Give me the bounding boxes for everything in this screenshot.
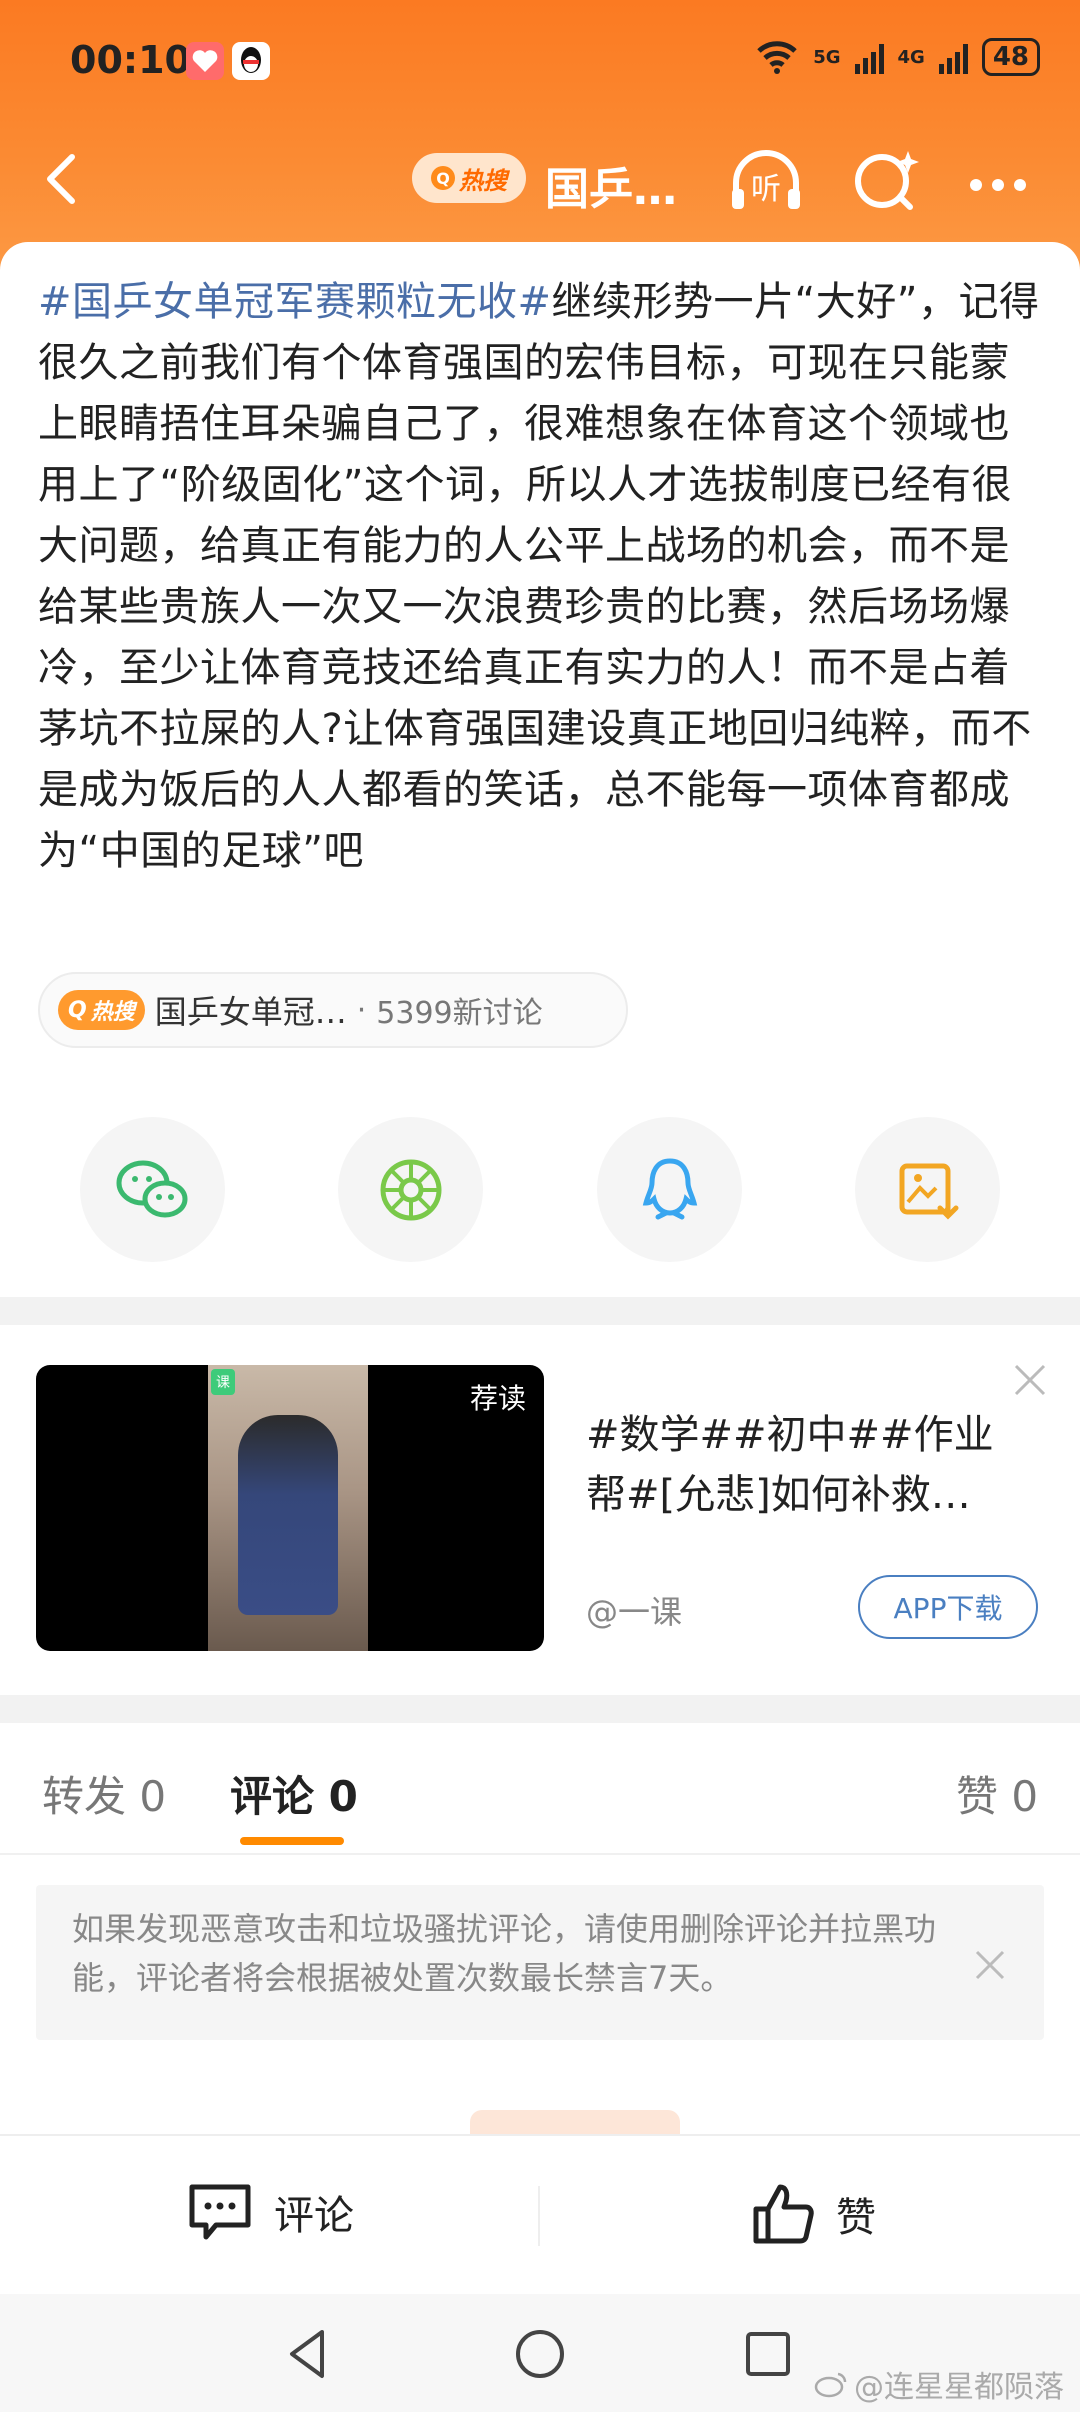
bottom-action-bar: 评论 赞 (0, 2134, 1080, 2294)
hot-search-badge-small: Q 热搜 (58, 990, 145, 1030)
share-qq-button[interactable] (597, 1117, 742, 1262)
close-icon[interactable] (972, 1947, 1008, 1983)
status-bar: 00:10 5G 4G 48 (0, 0, 1080, 120)
hot-search-label: 热搜 (459, 166, 507, 195)
post-card: #国乒女单冠军赛颗粒无收#继续形势一片“大好”，记得很久之前我们有个体育强国的宏… (0, 242, 1080, 1297)
battery-indicator: 48 (981, 38, 1040, 76)
topic-chip[interactable]: Q 热搜 国乒女单冠… · 5399新讨论 (38, 972, 628, 1048)
tab-like-count: 0 (1011, 1772, 1039, 1821)
qq-notification-icon (232, 42, 270, 80)
ad-title[interactable]: #数学##初中##作业帮#[允悲]如何补救… (586, 1405, 1026, 1525)
search-icon: Q (68, 997, 87, 1023)
thumbs-up-icon (753, 2184, 814, 2244)
status-time: 00:10 (70, 38, 191, 82)
hot-label: 热搜 (90, 1000, 135, 1025)
network-label-5g: 5G (813, 46, 841, 68)
signal-icon (854, 40, 884, 74)
search-icon: Q (431, 166, 455, 190)
tab-like[interactable]: 赞 0 (956, 1763, 1038, 1824)
listen-button[interactable]: 听 (726, 145, 806, 215)
save-image-icon (899, 1163, 958, 1220)
tab-repost-count: 0 (139, 1772, 167, 1821)
share-row (80, 1117, 1000, 1262)
topic-name: 国乒女单冠… (154, 993, 347, 1031)
like-button[interactable]: 赞 (750, 2181, 876, 2247)
weibo-logo-icon (814, 2372, 847, 2398)
network-label-4g: 4G (897, 46, 925, 68)
wifi-icon (757, 41, 797, 74)
recommend-label: 荐读 (469, 1382, 526, 1415)
interaction-tabs: 转发 0 评论 0 赞 0 (0, 1723, 1080, 1855)
moments-icon (380, 1159, 441, 1220)
bottom-divider (538, 2186, 540, 2246)
topic-separator: · (356, 992, 367, 1028)
system-recents-icon[interactable] (738, 2324, 798, 2384)
close-icon[interactable] (1010, 1360, 1050, 1400)
tab-comment[interactable]: 评论 0 (230, 1763, 358, 1824)
ad-source[interactable]: @一课 (586, 1587, 682, 1633)
tab-like-label: 赞 (956, 1772, 999, 1821)
app-download-button[interactable]: APP下载 (858, 1575, 1038, 1639)
more-icon[interactable] (960, 145, 1040, 215)
listen-label: 听 (751, 172, 781, 207)
search-sparkle-button[interactable] (846, 145, 926, 215)
section-divider (0, 1695, 1080, 1723)
post-text: #国乒女单冠军赛颗粒无收#继续形势一片“大好”，记得很久之前我们有个体育强国的宏… (38, 272, 1048, 882)
watermark-text: @连星星都陨落 (854, 2370, 1064, 2405)
share-wechat-button[interactable] (80, 1117, 225, 1262)
ad-person-figure (238, 1415, 338, 1615)
like-button-label: 赞 (836, 2195, 876, 2241)
signal-icon-2 (938, 40, 968, 74)
comment-icon (189, 2184, 251, 2240)
comment-button[interactable]: 评论 (186, 2181, 354, 2243)
comment-button-label: 评论 (274, 2193, 354, 2239)
qq-icon (642, 1157, 697, 1219)
back-icon[interactable] (40, 151, 80, 207)
system-back-icon[interactable] (278, 2324, 338, 2384)
topic-discussion-count: 5399新讨论 (376, 996, 543, 1031)
post-hashtag-link[interactable]: #国乒女单冠军赛颗粒无收# (38, 279, 552, 325)
hot-search-badge[interactable]: Q 热搜 (412, 153, 526, 203)
post-body: 继续形势一片“大好”，记得很久之前我们有个体育强国的宏伟目标，可现在只能蒙上眼睛… (38, 279, 1040, 874)
share-moments-button[interactable] (338, 1117, 483, 1262)
header: 00:10 5G 4G 48 Q 热搜 国乒… 听 (0, 0, 1080, 280)
nav-bar: Q 热搜 国乒… 听 (0, 135, 1080, 225)
page-title[interactable]: 国乒… (545, 153, 677, 217)
tab-comment-label: 评论 (230, 1772, 315, 1821)
system-navigation-bar: @连星星都陨落 (0, 2294, 1080, 2412)
weibo-watermark: @连星星都陨落 (814, 2362, 1064, 2406)
course-badge: 课 (211, 1369, 235, 1395)
section-divider (0, 1297, 1080, 1325)
wechat-icon (116, 1160, 187, 1217)
empty-state-illustration (470, 2110, 680, 2134)
status-indicators: 5G 4G 48 (755, 38, 1040, 76)
save-image-button[interactable] (855, 1117, 1000, 1262)
system-home-icon[interactable] (510, 2324, 570, 2384)
recommended-ad[interactable]: 课 荐读 #数学##初中##作业帮#[允悲]如何补救… @一课 APP下载 (0, 1325, 1080, 1695)
tab-repost-label: 转发 (42, 1772, 127, 1821)
heart-notification-icon (186, 42, 224, 80)
tab-repost[interactable]: 转发 0 (42, 1763, 166, 1824)
comment-notice: 如果发现恶意攻击和垃圾骚扰评论，请使用删除评论并拉黑功能，评论者将会根据被处置次… (36, 1885, 1044, 2040)
tab-comment-count: 0 (328, 1772, 358, 1821)
active-tab-indicator (240, 1837, 344, 1845)
ad-photo (208, 1365, 368, 1651)
ad-video-thumbnail[interactable]: 课 荐读 (36, 1365, 544, 1651)
